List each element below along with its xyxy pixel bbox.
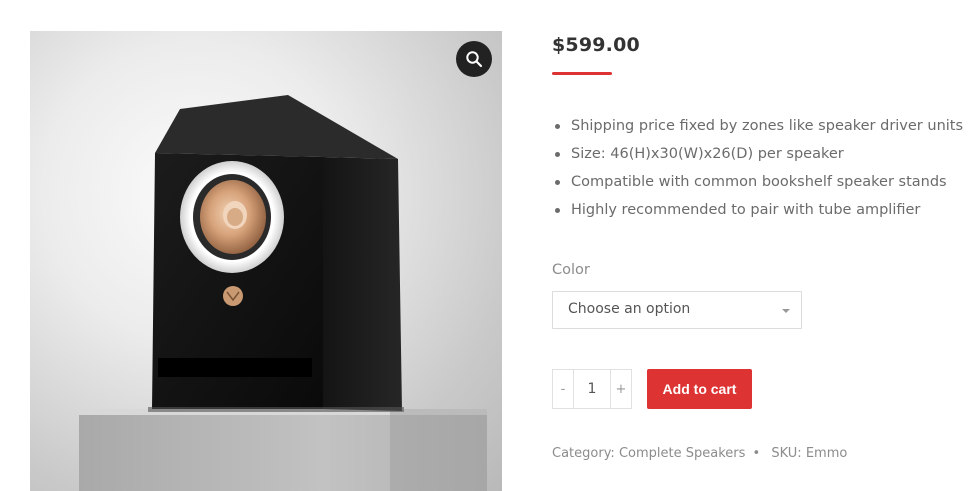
add-to-cart-button[interactable]: Add to cart: [647, 369, 752, 409]
feature-item: Compatible with common bookshelf speaker…: [552, 170, 963, 198]
feature-item: Size: 46(H)x30(W)x26(D) per speaker: [552, 142, 963, 170]
color-select-value: Choose an option: [568, 301, 691, 317]
zoom-button[interactable]: [456, 41, 492, 77]
product-meta: Category: Complete Speakers • SKU: Emmo: [552, 446, 847, 461]
quantity-plus-button[interactable]: +: [611, 370, 631, 408]
feature-item: Shipping price fixed by zones like speak…: [552, 114, 963, 142]
quantity-minus-button[interactable]: -: [553, 370, 573, 408]
bullet-icon: [555, 124, 560, 129]
product-gallery: [30, 31, 502, 491]
product-summary: $599.00 Shipping price fixed by zones li…: [552, 0, 963, 491]
bullet-icon: [555, 152, 560, 157]
bullet-icon: [555, 208, 560, 213]
product-price: $599.00: [552, 34, 640, 56]
bass-port: [158, 358, 312, 377]
quantity-stepper: - 1 +: [552, 369, 632, 409]
speaker-driver: [180, 161, 284, 273]
feature-list: Shipping price fixed by zones like speak…: [552, 114, 963, 226]
chevron-down-icon: [782, 309, 790, 313]
quantity-input[interactable]: 1: [573, 370, 611, 408]
product-image[interactable]: [30, 31, 502, 491]
bullet-icon: [555, 180, 560, 185]
brand-badge: [223, 286, 243, 306]
magnifier-icon: [466, 51, 483, 68]
category-label: Category:: [552, 446, 615, 461]
color-label: Color: [552, 262, 590, 278]
meta-separator: •: [752, 446, 761, 461]
feature-item: Highly recommended to pair with tube amp…: [552, 198, 963, 226]
category-link[interactable]: Complete Speakers: [619, 446, 745, 461]
color-select[interactable]: Choose an option: [552, 291, 802, 329]
sku-label: SKU:: [771, 446, 802, 461]
price-divider: [552, 72, 612, 75]
sku-value: Emmo: [805, 446, 848, 461]
speaker-cabinet: [148, 95, 404, 412]
